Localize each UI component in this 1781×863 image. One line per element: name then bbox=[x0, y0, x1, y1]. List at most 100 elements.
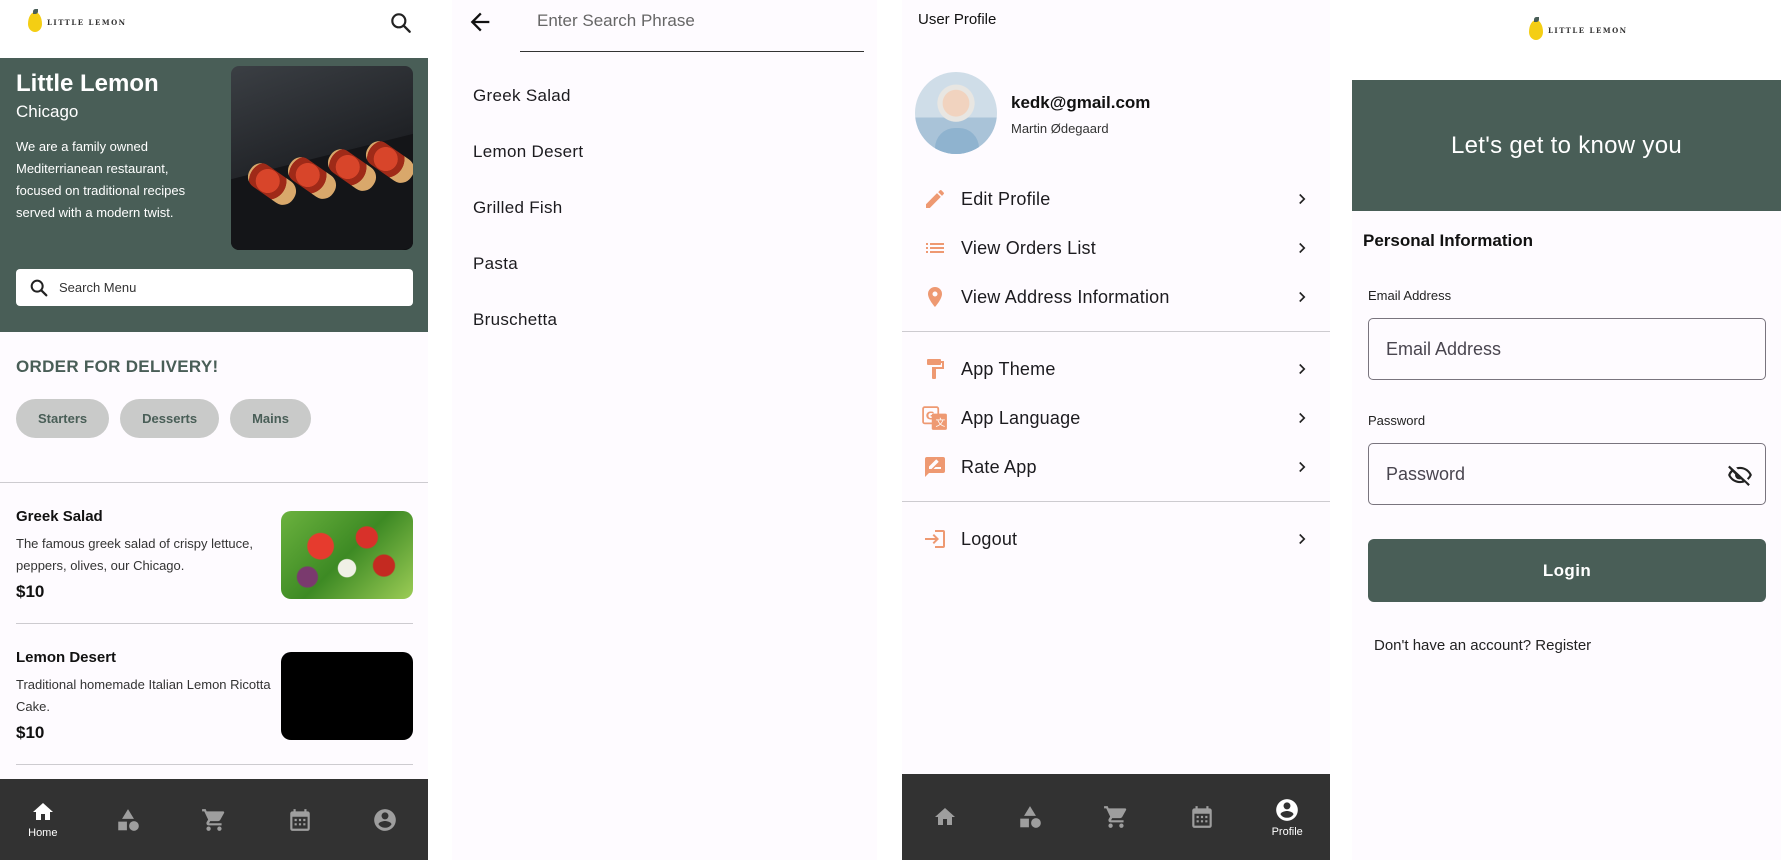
app-language-row[interactable]: G文 App Language bbox=[921, 398, 1311, 438]
category-chips: Starters Desserts Mains bbox=[16, 399, 311, 438]
view-orders-row[interactable]: View Orders List bbox=[921, 228, 1311, 268]
paint-roller-icon bbox=[927, 359, 944, 379]
nav-profile-label: Profile bbox=[1271, 825, 1303, 838]
edit-profile-row[interactable]: Edit Profile bbox=[921, 179, 1311, 219]
lemon-icon bbox=[1529, 17, 1543, 40]
calendar-icon bbox=[289, 808, 310, 831]
chevron-right-icon bbox=[1299, 193, 1306, 205]
app-language-label: App Language bbox=[961, 407, 1081, 428]
search-phrase-input[interactable]: Enter Search Phrase bbox=[520, 0, 864, 52]
restaurant-description: We are a family owned Mediterrianean res… bbox=[16, 139, 186, 220]
delivery-heading: ORDER FOR DELIVERY! bbox=[16, 357, 219, 376]
nav-home[interactable] bbox=[915, 805, 975, 829]
onboarding-screen: LITTLE LEMON Let's get to know you Perso… bbox=[1352, 0, 1781, 860]
search-result[interactable]: Grilled Fish bbox=[473, 198, 563, 218]
nav-cart[interactable] bbox=[184, 807, 244, 833]
menu-item-description: Traditional homemade Italian Lemon Ricot… bbox=[16, 677, 271, 714]
menu-item-image bbox=[281, 511, 413, 599]
svg-text:文: 文 bbox=[936, 416, 946, 429]
search-result[interactable]: Bruschetta bbox=[473, 310, 557, 330]
logout-row[interactable]: Logout bbox=[921, 519, 1311, 559]
rate-app-row[interactable]: Rate App bbox=[921, 447, 1311, 487]
app-theme-row[interactable]: App Theme bbox=[921, 349, 1311, 389]
categories-icon bbox=[118, 808, 140, 831]
hero-banner: Little Lemon Chicago We are a family own… bbox=[0, 58, 428, 332]
view-address-row[interactable]: View Address Information bbox=[921, 277, 1311, 317]
nav-categories[interactable] bbox=[1000, 804, 1060, 830]
email-field[interactable]: Email Address bbox=[1368, 318, 1766, 380]
home-icon bbox=[934, 808, 955, 825]
app-logo: LITTLE LEMON bbox=[1529, 17, 1628, 40]
section-divider bbox=[0, 482, 428, 483]
chip-starters[interactable]: Starters bbox=[16, 399, 110, 438]
password-field[interactable]: Password bbox=[1368, 443, 1766, 505]
logo-text: LITTLE LEMON bbox=[1548, 25, 1628, 35]
calendar-icon bbox=[1191, 806, 1212, 828]
register-link[interactable]: Don't have an account? Register bbox=[1374, 637, 1591, 654]
app-theme-label: App Theme bbox=[961, 358, 1056, 379]
search-result[interactable]: Greek Salad bbox=[473, 86, 571, 106]
search-icon bbox=[30, 279, 48, 296]
home-icon bbox=[32, 803, 53, 820]
welcome-text: Let's get to know you bbox=[1450, 131, 1683, 159]
view-orders-label: View Orders List bbox=[961, 237, 1096, 258]
page-title: User Profile bbox=[918, 11, 997, 28]
hero-image bbox=[231, 66, 413, 250]
search-screen: Enter Search Phrase Greek Salad Lemon De… bbox=[452, 0, 877, 860]
section-divider bbox=[902, 501, 1330, 502]
menu-item-greek-salad[interactable]: Greek Salad The famous greek salad of cr… bbox=[16, 508, 413, 614]
view-address-label: View Address Information bbox=[961, 286, 1170, 307]
onboarding-header: LITTLE LEMON bbox=[1352, 0, 1781, 80]
chip-mains[interactable]: Mains bbox=[230, 399, 311, 438]
pencil-icon bbox=[926, 190, 944, 208]
search-menu-placeholder: Search Menu bbox=[59, 280, 137, 295]
item-divider bbox=[16, 623, 413, 624]
bottom-navigation: Profile bbox=[902, 774, 1330, 860]
section-divider bbox=[902, 331, 1330, 332]
search-icon[interactable] bbox=[388, 10, 414, 36]
cart-icon bbox=[202, 808, 225, 831]
restaurant-name: Little Lemon bbox=[16, 70, 159, 97]
nav-profile[interactable]: Profile bbox=[1257, 797, 1317, 838]
chevron-right-icon bbox=[1299, 291, 1306, 303]
search-result[interactable]: Pasta bbox=[473, 254, 518, 274]
nav-reservations[interactable] bbox=[1172, 804, 1232, 830]
search-menu-input[interactable]: Search Menu bbox=[16, 269, 413, 306]
chevron-right-icon bbox=[1299, 412, 1306, 424]
list-icon bbox=[926, 243, 944, 253]
nav-home-label: Home bbox=[28, 827, 58, 839]
chip-desserts[interactable]: Desserts bbox=[120, 399, 220, 438]
visibility-off-icon[interactable] bbox=[1727, 462, 1753, 488]
menu-item-lemon-desert[interactable]: Lemon Desert Traditional homemade Italia… bbox=[16, 649, 413, 755]
menu-item-image bbox=[281, 652, 413, 740]
nav-cart[interactable] bbox=[1086, 804, 1146, 830]
chevron-right-icon bbox=[1299, 242, 1306, 254]
password-label: Password bbox=[1368, 413, 1426, 428]
profile-screen: User Profile kedk@gmail.com Martin Ødega… bbox=[902, 0, 1330, 860]
home-screen: LITTLE LEMON Little Lemon Chicago We are… bbox=[0, 0, 428, 860]
cart-icon bbox=[1104, 806, 1127, 828]
chevron-right-icon bbox=[1299, 363, 1306, 375]
password-placeholder: Password bbox=[1386, 463, 1466, 484]
chevron-right-icon bbox=[1299, 461, 1306, 473]
logout-label: Logout bbox=[961, 528, 1018, 549]
section-title: Personal Information bbox=[1363, 231, 1534, 250]
location-pin-icon bbox=[928, 287, 942, 307]
logo-text: LITTLE LEMON bbox=[47, 17, 127, 27]
nav-categories[interactable] bbox=[98, 807, 158, 833]
logout-icon bbox=[925, 530, 945, 548]
translate-icon: G文 bbox=[922, 406, 947, 430]
search-result[interactable]: Lemon Desert bbox=[473, 142, 583, 162]
email-label: Email Address bbox=[1368, 288, 1452, 303]
account-icon bbox=[1276, 798, 1299, 821]
lemon-icon bbox=[28, 9, 42, 32]
app-logo: LITTLE LEMON bbox=[28, 9, 127, 32]
back-arrow-icon[interactable] bbox=[466, 8, 494, 36]
nav-reservations[interactable] bbox=[270, 807, 330, 833]
login-button[interactable]: Login bbox=[1368, 539, 1766, 602]
nav-home[interactable]: Home bbox=[13, 800, 73, 839]
nav-profile[interactable] bbox=[355, 807, 415, 833]
item-divider bbox=[16, 764, 413, 765]
edit-profile-label: Edit Profile bbox=[961, 188, 1051, 209]
rate-app-label: Rate App bbox=[961, 456, 1037, 477]
